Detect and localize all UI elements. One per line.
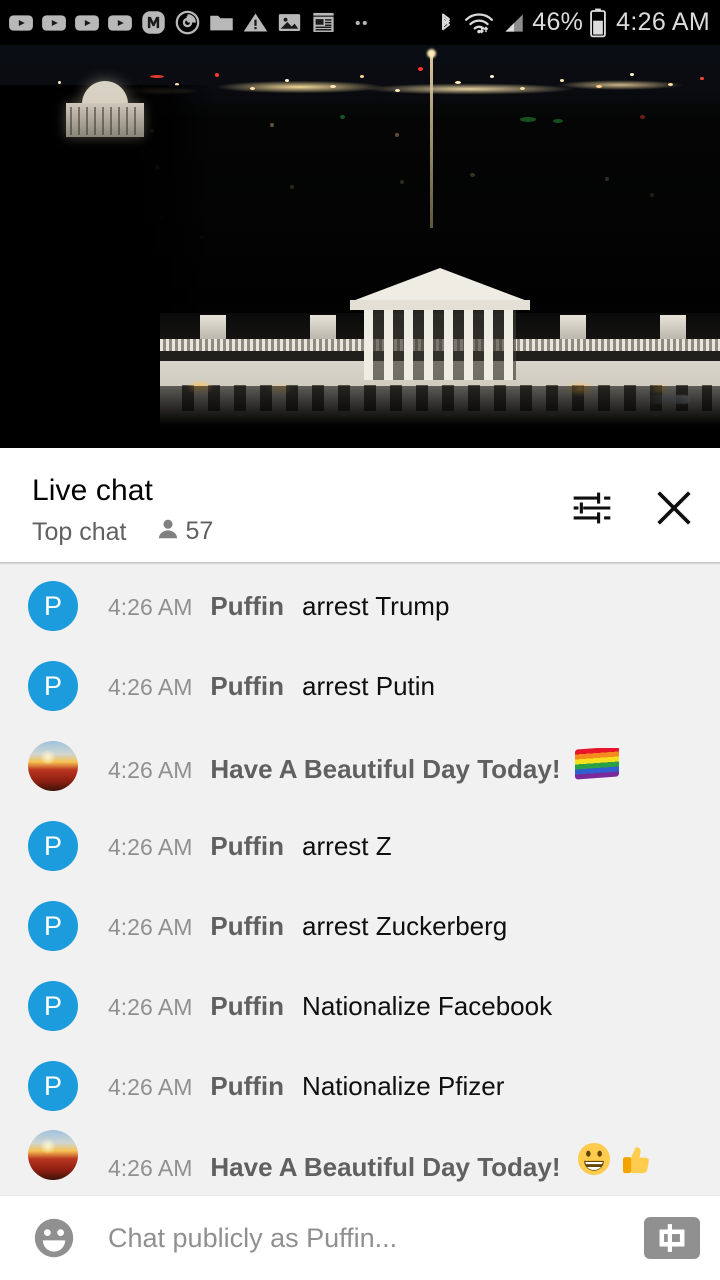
wifi-icon xyxy=(464,9,494,37)
chat-message[interactable]: P 4:26 AM Puffin arrest Z xyxy=(0,806,720,886)
news-calendar-icon xyxy=(310,9,337,36)
chat-input-bar xyxy=(0,1195,720,1280)
tune-sliders-icon[interactable] xyxy=(568,484,616,532)
emoji-smiley-icon[interactable] xyxy=(28,1212,80,1264)
grinning-face-icon xyxy=(577,1142,611,1181)
play-video-icon xyxy=(8,10,34,36)
flag-pole-light xyxy=(427,49,436,58)
message-author[interactable]: Puffin xyxy=(210,991,284,1022)
chat-message[interactable]: 4:26 AM Have A Beautiful Day Today! xyxy=(0,1126,720,1184)
message-timestamp: 4:26 AM xyxy=(108,1155,193,1181)
message-author[interactable]: Puffin xyxy=(210,831,284,862)
status-bar-clock: 4:26 AM xyxy=(616,8,710,36)
avatar-letter: P xyxy=(43,990,62,1021)
chat-message[interactable]: P 4:26 AM Puffin Nationalize Facebook xyxy=(0,966,720,1046)
status-bar: 46% 4:26 AM xyxy=(0,0,720,45)
avatar[interactable]: P xyxy=(28,661,78,711)
bluetooth-icon xyxy=(434,9,458,37)
folder-icon xyxy=(208,9,235,36)
live-chat-subheader: Top chat 57 xyxy=(32,516,568,547)
play-video-icon xyxy=(74,10,100,36)
message-timestamp: 4:26 AM xyxy=(108,1073,193,1100)
message-author[interactable]: Puffin xyxy=(210,671,284,702)
flag-pole xyxy=(430,53,433,228)
message-text: arrest Trump xyxy=(302,590,450,621)
chat-input[interactable] xyxy=(108,1222,632,1254)
warning-triangle-icon xyxy=(242,9,269,36)
avatar-letter: P xyxy=(43,670,62,701)
power-timer-icon xyxy=(174,9,201,36)
message-author[interactable]: Puffin xyxy=(210,911,284,942)
chat-message-body: 4:26 AM Puffin Nationalize Pfizer xyxy=(108,1071,504,1102)
foreground-dark xyxy=(0,386,720,448)
message-text: Nationalize Facebook xyxy=(302,990,553,1021)
avatar[interactable] xyxy=(28,1130,78,1180)
avatar[interactable]: P xyxy=(28,981,78,1031)
message-timestamp: 4:26 AM xyxy=(108,833,193,860)
jefferson-memorial xyxy=(60,81,150,141)
chat-message[interactable]: 4:26 AM Have A Beautiful Day Today! xyxy=(0,726,720,806)
image-icon xyxy=(276,9,303,36)
live-chat-header: Live chat Top chat 57 xyxy=(0,456,720,562)
message-author[interactable]: Puffin xyxy=(210,591,284,622)
viewer-count: 57 xyxy=(185,517,214,545)
more-dots-icon xyxy=(348,10,374,36)
message-text: Nationalize Pfizer xyxy=(302,1070,505,1101)
chat-message[interactable]: P 4:26 AM Puffin Nationalize Pfizer xyxy=(0,1046,720,1126)
status-bar-notifications xyxy=(8,9,434,36)
page-title: Live chat xyxy=(32,474,153,507)
message-text: arrest Zuckerberg xyxy=(302,910,508,941)
battery-icon xyxy=(589,8,607,38)
play-video-icon xyxy=(107,10,133,36)
message-text: arrest Z xyxy=(302,830,392,861)
play-video-icon xyxy=(41,10,67,36)
chat-message-body: 4:26 AM Have A Beautiful Day Today! xyxy=(108,1142,653,1183)
rainbow-flag-icon xyxy=(574,747,619,780)
chat-message-body: 4:26 AM Puffin Nationalize Facebook xyxy=(108,991,552,1022)
message-author[interactable]: Have A Beautiful Day Today! xyxy=(210,754,560,785)
message-timestamp: 4:26 AM xyxy=(108,913,193,940)
chat-message-list[interactable]: P 4:26 AM Puffin arrest Trump P 4:26 AM … xyxy=(0,566,720,1195)
live-chat-header-texts: Live chat Top chat 57 xyxy=(32,472,568,547)
live-chat-header-actions xyxy=(568,472,698,532)
chat-message-body: 4:26 AM Puffin arrest Trump xyxy=(108,591,449,622)
avatar[interactable]: P xyxy=(28,1061,78,1111)
viewer-count-group: 57 xyxy=(155,516,214,547)
chat-message-body: 4:26 AM Puffin arrest Z xyxy=(108,831,392,862)
chat-mode-label[interactable]: Top chat xyxy=(32,517,127,547)
avatar[interactable]: P xyxy=(28,821,78,871)
dollar-superchat-icon[interactable] xyxy=(644,1217,700,1259)
avatar-letter: P xyxy=(43,1070,62,1101)
status-bar-system: 46% 4:26 AM xyxy=(434,8,710,38)
person-icon xyxy=(155,516,181,547)
chat-message-body: 4:26 AM Puffin arrest Zuckerberg xyxy=(108,911,507,942)
message-timestamp: 4:26 AM xyxy=(108,993,193,1020)
message-timestamp: 4:26 AM xyxy=(108,593,193,620)
message-author[interactable]: Have A Beautiful Day Today! xyxy=(210,1152,560,1183)
message-timestamp: 4:26 AM xyxy=(108,756,193,783)
cellular-signal-icon xyxy=(500,10,526,36)
message-author[interactable]: Puffin xyxy=(210,1071,284,1102)
chat-message[interactable]: P 4:26 AM Puffin arrest Putin xyxy=(0,646,720,726)
avatar-letter: P xyxy=(43,830,62,861)
avatar[interactable] xyxy=(28,741,78,791)
chat-message[interactable]: P 4:26 AM Puffin arrest Trump xyxy=(0,566,720,646)
thumbs-up-icon xyxy=(619,1142,653,1181)
avatar-letter: P xyxy=(43,590,62,621)
phone-screen: 46% 4:26 AM Live chat Top chat 57 P 4:26… xyxy=(0,0,720,1280)
video-frame-white-house-night xyxy=(0,45,720,448)
message-timestamp: 4:26 AM xyxy=(108,673,193,700)
avatar-letter: P xyxy=(43,910,62,941)
avatar[interactable]: P xyxy=(28,581,78,631)
message-text: arrest Putin xyxy=(302,670,435,701)
m-badge-icon xyxy=(140,9,167,36)
video-player[interactable] xyxy=(0,45,720,448)
chat-message[interactable]: P 4:26 AM Puffin arrest Zuckerberg xyxy=(0,886,720,966)
battery-percent: 46% xyxy=(532,8,584,36)
chat-message-body: 4:26 AM Have A Beautiful Day Today! xyxy=(108,747,619,785)
avatar[interactable]: P xyxy=(28,901,78,951)
close-x-icon[interactable] xyxy=(650,484,698,532)
chat-message-body: 4:26 AM Puffin arrest Putin xyxy=(108,671,435,702)
